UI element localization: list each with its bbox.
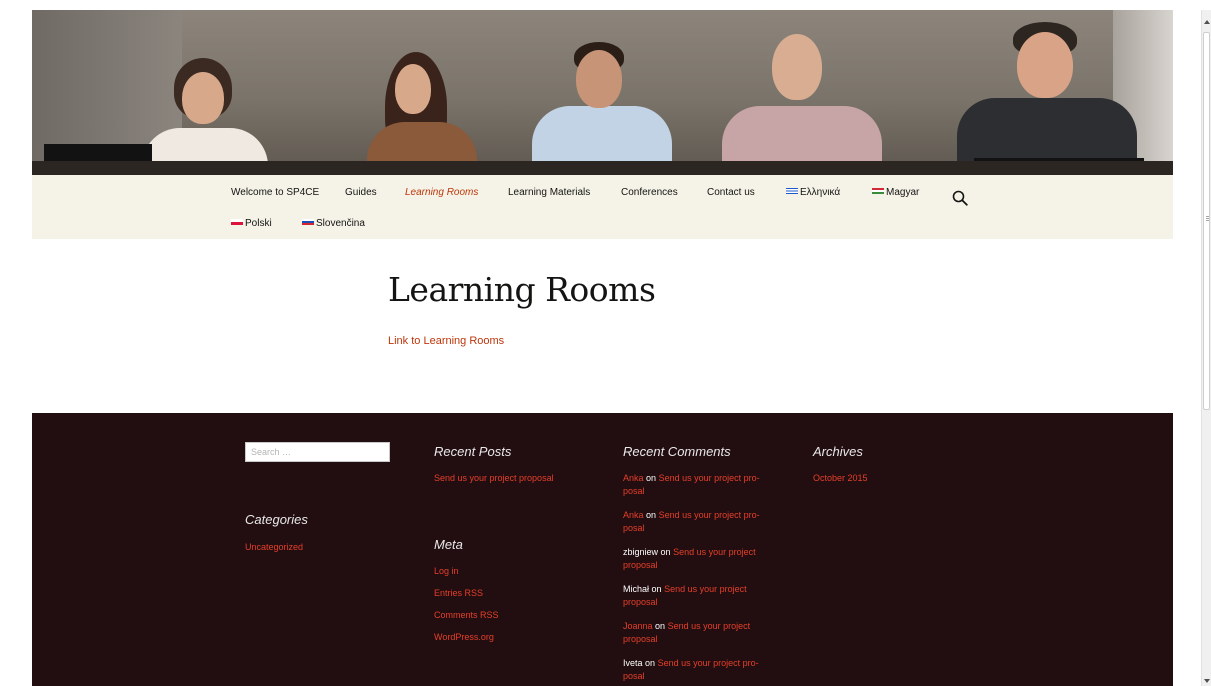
nav-item-hungarian[interactable]: Magyar [872, 186, 919, 200]
browser-page: Welcome to SP4CE Guides Learning Rooms L… [0, 0, 1211, 686]
nav-item-greek-label: Ελληνικά [800, 187, 841, 198]
comment-connector: on [645, 658, 656, 668]
nav-item-conferences[interactable]: Conferences [621, 186, 678, 200]
comment-connector: on [646, 473, 657, 483]
scrollbar-grip-icon [1206, 216, 1209, 222]
header-photo[interactable] [32, 10, 1173, 175]
comment-connector: on [651, 584, 662, 594]
nav-item-hungarian-label: Magyar [886, 187, 920, 198]
comment-author-link[interactable]: Joanna [623, 621, 653, 631]
comment-post-link[interactable]: Send us your project [664, 584, 747, 594]
meta-link-log-in[interactable]: Log in [434, 565, 459, 577]
comment-post-link-continued[interactable]: posal [623, 523, 645, 533]
nav-item-contact-us[interactable]: Contact us [707, 186, 755, 200]
comment-author-link[interactable]: Anka [623, 473, 644, 483]
nav-item-polish-label: Polski [245, 218, 272, 229]
comment-post-link-continued[interactable]: posal [623, 671, 645, 681]
recent-comment-item: Iveta on Send us your project pro- posal [623, 657, 773, 683]
comment-post-link[interactable]: Send us your project [668, 621, 751, 631]
comment-author-link[interactable]: Anka [623, 510, 644, 520]
recent-posts-title: Recent Posts [434, 444, 512, 459]
meta-link-comments-rss[interactable]: Comments RSS [434, 609, 499, 621]
page-title: Learning Rooms [388, 270, 656, 309]
comment-post-link[interactable]: Send us your project [673, 547, 756, 557]
recent-comment-item: zbigniew on Send us your project proposa… [623, 546, 773, 572]
recent-comment-item: Michał on Send us your project proposal [623, 583, 773, 609]
main-navigation: Welcome to SP4CE Guides Learning Rooms L… [32, 175, 1173, 239]
nav-item-polish[interactable]: Polski [231, 217, 272, 231]
recent-comment-item: Anka on Send us your project pro- posal [623, 472, 773, 498]
nav-item-greek[interactable]: Ελληνικά [786, 186, 840, 200]
header-photo-table [32, 161, 1173, 175]
comment-author: Iveta [623, 658, 643, 668]
comment-post-link-continued[interactable]: posal [623, 486, 645, 496]
comment-connector: on [660, 547, 671, 557]
nav-item-slovak[interactable]: Slovenčina [302, 217, 365, 231]
slovak-flag-icon [302, 219, 314, 225]
learning-rooms-link[interactable]: Link to Learning Rooms [388, 335, 504, 347]
comment-author: zbigniew [623, 547, 659, 557]
scrollbar-thumb[interactable] [1203, 32, 1210, 410]
meta-title: Meta [434, 537, 463, 552]
nav-item-learning-materials[interactable]: Learning Materials [508, 186, 590, 200]
comment-post-link[interactable]: Send us your project pro- [659, 510, 760, 520]
search-icon[interactable] [952, 190, 968, 206]
nav-item-learning-rooms[interactable]: Learning Rooms [405, 186, 478, 200]
hungarian-flag-icon [872, 188, 884, 194]
meta-link-wordpress-org[interactable]: WordPress.org [434, 631, 494, 643]
comment-post-link[interactable]: Send us your project pro- [658, 658, 759, 668]
polish-flag-icon [231, 219, 243, 225]
comment-post-link-continued[interactable]: proposal [623, 560, 658, 570]
footer-widgets: Categories Uncategorized Recent Posts Se… [32, 413, 1173, 686]
scroll-up-arrow-icon[interactable] [1204, 20, 1210, 24]
archives-title: Archives [813, 444, 863, 459]
nav-item-welcome[interactable]: Welcome to SP4CE [231, 186, 319, 200]
nav-item-guides[interactable]: Guides [345, 186, 377, 200]
scroll-down-arrow-icon[interactable] [1204, 679, 1210, 683]
top-gap [0, 0, 1201, 10]
recent-comment-item: Anka on Send us your project pro- posal [623, 509, 773, 535]
comment-post-link-continued[interactable]: proposal [623, 634, 658, 644]
recent-post-link[interactable]: Send us your project proposal [434, 472, 554, 484]
search-input[interactable] [245, 442, 390, 462]
vertical-scrollbar[interactable] [1201, 10, 1211, 686]
comment-author: Michał [623, 584, 650, 594]
meta-link-entries-rss[interactable]: Entries RSS [434, 587, 483, 599]
recent-comments-title: Recent Comments [623, 444, 731, 459]
nav-item-slovak-label: Slovenčina [316, 218, 365, 229]
comment-connector: on [646, 510, 657, 520]
category-link-uncategorized[interactable]: Uncategorized [245, 541, 303, 553]
archive-link-october-2015[interactable]: October 2015 [813, 472, 868, 484]
main-content: Learning Rooms Link to Learning Rooms [32, 239, 1173, 413]
comment-post-link-continued[interactable]: proposal [623, 597, 658, 607]
comment-post-link[interactable]: Send us your project pro- [659, 473, 760, 483]
greek-flag-icon [786, 188, 798, 194]
site-container: Welcome to SP4CE Guides Learning Rooms L… [32, 10, 1173, 686]
recent-comment-item: Joanna on Send us your project proposal [623, 620, 773, 646]
comment-connector: on [655, 621, 666, 631]
categories-title: Categories [245, 512, 308, 527]
